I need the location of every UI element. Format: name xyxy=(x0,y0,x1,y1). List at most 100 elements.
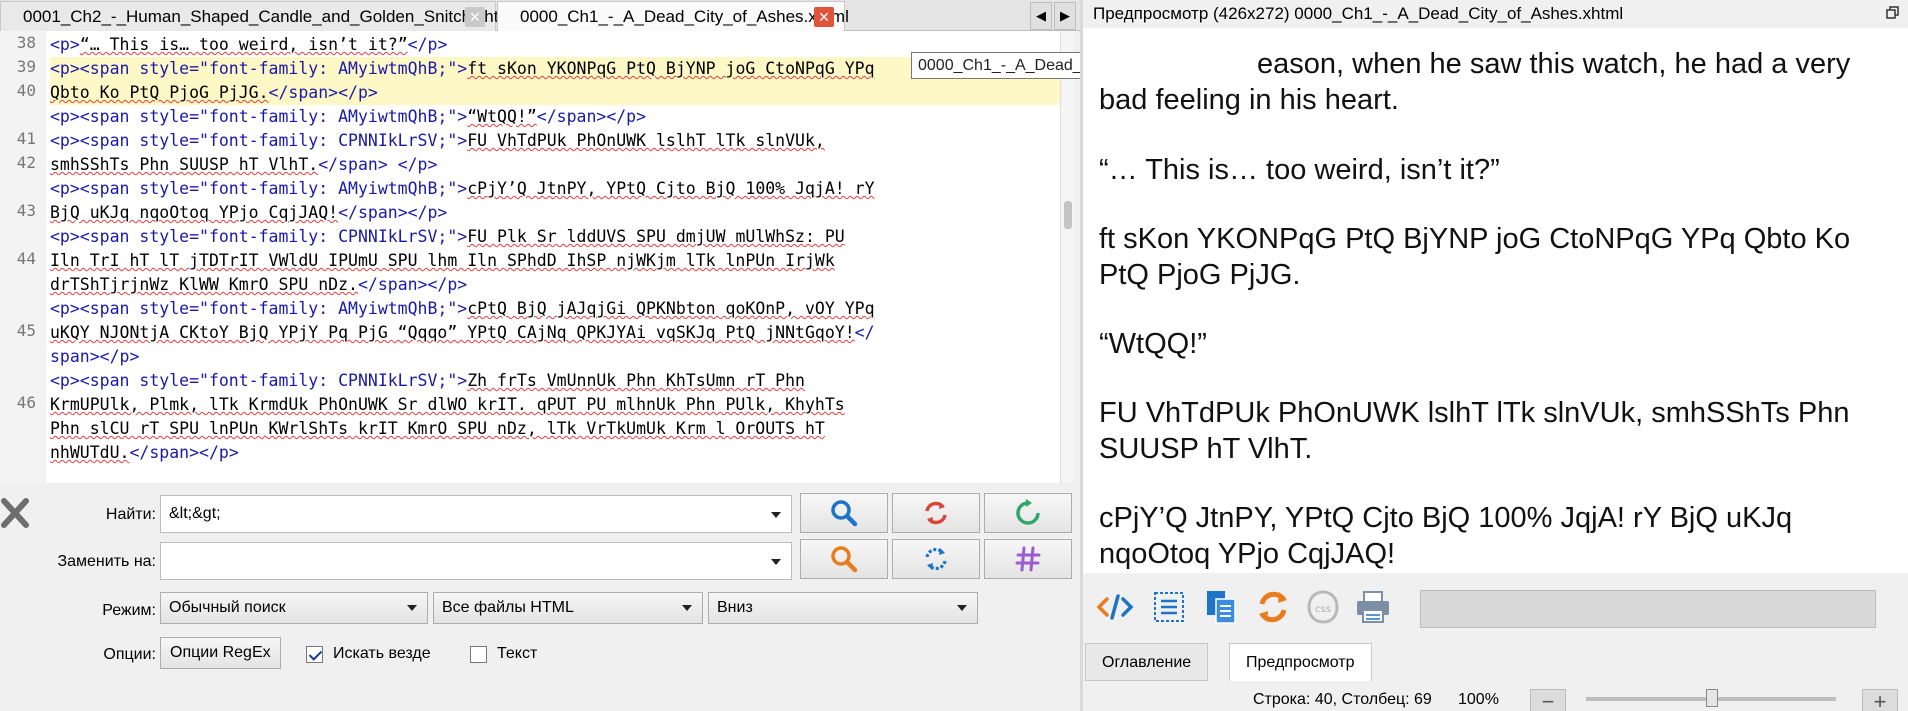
tab-scroll-right-icon[interactable]: ▶ xyxy=(1054,2,1076,30)
code-line[interactable]: <p><span style="font-family: CPNNIkLrSV;… xyxy=(50,225,1074,249)
search-scope-select[interactable]: Все файлы HTML xyxy=(433,592,703,624)
code-text: “… This is… too weird, isn’t it?” xyxy=(79,35,408,54)
code-line[interactable]: KrmUPUlk, Plmk, lTk KrmdUk PhOnUWK Sr dl… xyxy=(50,393,1074,417)
code-markup: <p><span style="font-family: CPNNIkLrSV;… xyxy=(50,227,468,246)
find-label: Найти: xyxy=(105,506,156,523)
preview-pane[interactable]: eason, when he saw this watch, he had a … xyxy=(1083,28,1908,573)
code-line[interactable]: Iln TrI hT lT jTDTrIT VWldU IPUmU SPU lh… xyxy=(50,249,1074,273)
zoom-out-button[interactable]: − xyxy=(1530,689,1566,711)
code-text: FU VhTdPUk PhOnUWK lslhT lTk slnVUk, xyxy=(467,131,825,150)
code-line[interactable]: Phn slCU rT SPU lnPUn KWrlShTs krIT KmrO… xyxy=(50,417,1074,441)
code-markup: </span></p> xyxy=(129,443,239,462)
svg-text:css: css xyxy=(1315,604,1331,615)
scrollbar-thumb[interactable] xyxy=(1064,201,1072,229)
zoom-slider-handle[interactable] xyxy=(1706,689,1718,707)
checkbox-unchecked-icon[interactable] xyxy=(470,645,487,663)
replace-all-button[interactable] xyxy=(892,539,980,579)
tab-table-of-contents[interactable]: Оглавление xyxy=(1085,643,1209,681)
code-line[interactable]: BjQ uKJq nqoOtoq YPjo CqjJAQ!</span></p> xyxy=(50,201,1074,225)
regex-options-button[interactable]: Опции RegEx xyxy=(160,637,281,669)
search-mode-value: Обычный поиск xyxy=(169,599,286,616)
chevron-down-icon xyxy=(407,605,417,611)
preview-paragraph: “WtQQ!” xyxy=(1099,328,1207,360)
print-icon xyxy=(1357,591,1389,623)
replace-find-icon xyxy=(831,546,858,573)
preview-paragraph: ft sKon YKONPqG PtQ BjYNP joG CtoNPqG YP… xyxy=(1099,223,1851,291)
count-all-button[interactable] xyxy=(984,539,1072,579)
restore-window-icon[interactable] xyxy=(1886,6,1900,20)
reload-icon xyxy=(1259,591,1287,623)
search-everywhere-checkbox[interactable]: Искать везде xyxy=(306,645,431,663)
print-button[interactable] xyxy=(1353,587,1393,627)
search-direction-select[interactable]: Вниз xyxy=(708,592,978,624)
code-line[interactable]: Qbto Ko PtQ PjoG PjJG.</span></p> xyxy=(50,81,1074,105)
text-checkbox[interactable]: Текст xyxy=(470,645,537,663)
options-label: Опции: xyxy=(103,646,156,663)
tab-chapter-1[interactable]: 0000_Ch1_-_A_Dead_City_of_Ashes.xhtml ✕ xyxy=(497,1,849,31)
code-markup: </span></p> xyxy=(357,275,468,294)
preview-tab-bar: Оглавление Предпросмотр xyxy=(1083,643,1908,681)
checkbox-checked-icon[interactable] xyxy=(306,645,323,663)
code-markup: </p> xyxy=(407,35,448,54)
code-line[interactable]: <p><span style="font-family: AMyiwtmQhB;… xyxy=(50,105,1074,129)
code-markup: </span></p> xyxy=(338,203,448,222)
replace-find-button[interactable] xyxy=(800,539,888,579)
close-tab-icon[interactable]: ✕ xyxy=(465,7,485,27)
code-markup: span></p> xyxy=(50,347,140,366)
inspect-button[interactable] xyxy=(1095,587,1135,627)
line-number: 40 xyxy=(16,81,36,100)
copy-button[interactable] xyxy=(1201,587,1241,627)
zoom-in-button[interactable]: + xyxy=(1862,689,1898,711)
code-line[interactable]: uKQY NJONtjA CKtoY BjQ YPjY Pq PjG “Qqqo… xyxy=(50,321,1074,345)
code-line[interactable]: drTShTjrjnWz KlWW KmrO SPU nDz.</span></… xyxy=(50,273,1074,297)
minus-icon: − xyxy=(1541,689,1555,711)
css-toggle-button[interactable]: css xyxy=(1303,587,1343,627)
replace-input[interactable] xyxy=(160,542,792,580)
tab-scroll-left-icon[interactable]: ◀ xyxy=(1030,2,1052,30)
code-text: “WtQQ!” xyxy=(467,107,537,126)
cursor-position: Строка: 40, Столбец: 69 xyxy=(1253,691,1432,708)
code-line[interactable]: <p><span style="font-family: AMyiwtmQhB;… xyxy=(50,177,1074,201)
search-direction-value: Вниз xyxy=(717,599,753,616)
code-text: Zh frTs VmUnnUk Phn KhTsUmn rT Phn xyxy=(467,371,805,390)
zoom-slider[interactable] xyxy=(1586,689,1836,707)
line-number-gutter: 38 39 40 41 42 43 44 45 46 xyxy=(0,31,46,483)
find-button[interactable] xyxy=(800,493,888,533)
tab-chapter-2[interactable]: 0001_Ch2_-_Human_Shaped_Candle_and_Golde… xyxy=(0,1,516,31)
search-scope-value: Все файлы HTML xyxy=(442,599,574,616)
code-markup: <p> xyxy=(50,35,80,54)
editor-vertical-scrollbar[interactable] xyxy=(1060,31,1074,483)
code-line[interactable]: span></p> xyxy=(50,345,1074,369)
code-markup: <p><span style="font-family: AMyiwtmQhB;… xyxy=(50,179,468,198)
hash-icon xyxy=(1015,546,1041,572)
count-button[interactable] xyxy=(984,493,1072,533)
find-input[interactable]: &lt;&gt; xyxy=(160,495,792,533)
code-markup: </span> </p> xyxy=(318,155,438,174)
code-editor[interactable]: 38 39 40 41 42 43 44 45 46 <p>“… This is… xyxy=(0,31,1074,483)
select-all-icon xyxy=(1154,592,1184,622)
code-line[interactable]: <p><span style="font-family: CPNNIkLrSV;… xyxy=(50,129,1074,153)
code-line[interactable]: <p><span style="font-family: CPNNIkLrSV;… xyxy=(50,369,1074,393)
replace-all-icon xyxy=(925,547,947,571)
code-markup: <p><span style="font-family: AMyiwtmQhB;… xyxy=(50,107,468,126)
select-all-button[interactable] xyxy=(1149,587,1189,627)
chevron-down-icon[interactable] xyxy=(771,559,781,565)
line-number: 46 xyxy=(16,393,36,412)
tab-preview[interactable]: Предпросмотр xyxy=(1229,643,1372,681)
replace-button[interactable] xyxy=(892,493,980,533)
code-line[interactable]: <p><span style="font-family: AMyiwtmQhB;… xyxy=(50,297,1074,321)
tab-bar: 0001_Ch2_-_Human_Shaped_Candle_and_Golde… xyxy=(0,0,1080,31)
preview-paragraph: FU VhTdPUk PhOnUWK lslhT lTk slnVUk, smh… xyxy=(1099,397,1850,465)
code-line[interactable]: nhWUTdU.</span></p> xyxy=(50,441,1074,465)
reload-button[interactable] xyxy=(1253,587,1293,627)
line-number: 38 xyxy=(16,33,36,52)
line-number: 42 xyxy=(16,153,36,172)
search-mode-select[interactable]: Обычный поиск xyxy=(160,592,428,624)
close-tab-icon[interactable]: ✕ xyxy=(814,7,834,27)
preview-progress-bar xyxy=(1420,590,1876,628)
preview-header: Предпросмотр (426x272) 0000_Ch1_-_A_Dead… xyxy=(1083,0,1908,28)
chevron-down-icon[interactable] xyxy=(771,512,781,518)
close-find-panel-icon[interactable] xyxy=(0,495,30,531)
code-line[interactable]: smhSShTs Phn SUUSP hT VlhT.</span> </p> xyxy=(50,153,1074,177)
code-text: cPjY’Q JtnPY, YPtQ Cjto BjQ 100% JqjA! r… xyxy=(467,179,875,198)
